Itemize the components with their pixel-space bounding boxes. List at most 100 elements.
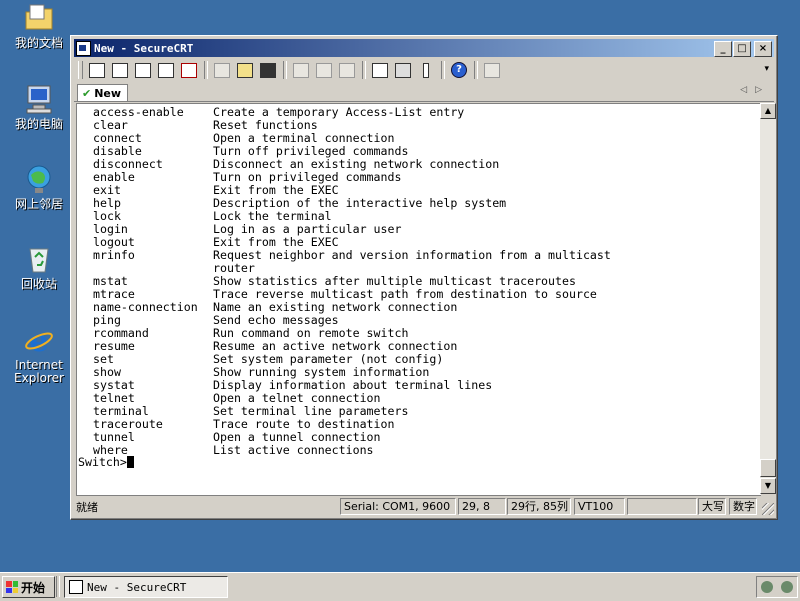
scroll-down-icon[interactable]: ▼: [760, 478, 776, 494]
print-setup-icon[interactable]: [337, 61, 357, 79]
recycle-bin-icon: [23, 243, 55, 275]
computer-icon: [23, 83, 55, 115]
copy-icon[interactable]: [212, 61, 232, 79]
terminal-prompt: Switch>: [78, 455, 127, 469]
command-name: mrinfo: [93, 248, 135, 262]
desktop-icon-label: 我的文档: [14, 36, 63, 50]
internet-explorer-icon: e: [23, 324, 55, 359]
resize-grip-icon[interactable]: [762, 503, 774, 515]
status-emulation: VT100: [574, 498, 625, 515]
desktop-icon-label: 我的电脑: [14, 117, 63, 131]
terminal-line: terminal Set terminal line parameters: [77, 405, 761, 418]
status-cursor-pos: 29, 8: [458, 498, 506, 515]
global-options-icon[interactable]: [393, 61, 413, 79]
terminal-screen[interactable]: access-enable Create a temporary Access-L…: [76, 103, 761, 496]
toolbar-separator: [362, 61, 366, 79]
desktop-icon-recycle-bin[interactable]: 回收站: [6, 243, 72, 291]
toolbar-separator: [441, 61, 445, 79]
terminal-cursor: [126, 456, 134, 468]
toolbar-grip[interactable]: [78, 61, 83, 79]
desktop-icon-ie[interactable]: e Internet Explorer: [6, 324, 72, 385]
system-tray: [756, 576, 798, 598]
find-icon[interactable]: [258, 61, 278, 79]
connect-icon[interactable]: [87, 61, 107, 79]
terminal-line: access-enable Create a temporary Access-L…: [77, 106, 761, 119]
tab-label: New: [94, 86, 122, 100]
vertical-scrollbar[interactable]: ▲ ▼: [760, 103, 776, 494]
help-icon[interactable]: ?: [449, 61, 469, 79]
terminal-line: name-connection Name an existing network …: [77, 301, 761, 314]
status-num: 数字: [729, 498, 757, 515]
securecrt-app-icon: [76, 40, 91, 56]
toolbar: ? ▾: [78, 59, 771, 81]
securecrt-window: New - SecureCRT _ □ × ? ▾ ✔ New ◁▷ acces…: [70, 35, 778, 520]
start-label: 开始: [21, 580, 46, 595]
status-bar: 就绪 Serial: COM1, 9600 29, 8 29行, 85列 VT1…: [74, 497, 774, 515]
terminal-line: mrinfo Request neighbor and version infor…: [77, 249, 761, 262]
taskbar: 开始 New - SecureCRT: [0, 572, 800, 601]
toolbar-overflow-icon[interactable]: ▾: [764, 64, 769, 74]
start-button[interactable]: 开始: [2, 576, 55, 598]
terminal-line: traceroute Trace route to destination: [77, 418, 761, 431]
terminal-line: login Log in as a particular user: [77, 223, 761, 236]
network-icon: [23, 163, 55, 195]
quick-connect-icon[interactable]: [110, 61, 130, 79]
print-selection-icon[interactable]: [314, 61, 334, 79]
securecrt-task-icon: [69, 580, 83, 594]
tray-volume-icon[interactable]: [761, 581, 773, 593]
maximize-button[interactable]: □: [733, 41, 751, 57]
keymap-icon[interactable]: [416, 61, 436, 79]
tab-new[interactable]: ✔ New: [77, 84, 129, 101]
desktop-icon-my-documents[interactable]: 我的文档: [6, 2, 72, 50]
status-ready: 就绪: [76, 501, 98, 514]
terminal-line: connect Open a terminal connection: [77, 132, 761, 145]
taskbar-task-label: New - SecureCRT: [87, 580, 187, 594]
status-rows-cols: 29行, 85列: [507, 498, 571, 515]
folder-documents-icon: [23, 2, 55, 34]
desktop-icon-label: Internet Explorer: [14, 358, 64, 385]
scroll-thumb[interactable]: [760, 459, 776, 477]
session-options-icon[interactable]: [370, 61, 390, 79]
terminal-line: where List active connections: [77, 444, 761, 457]
session-tab-bar: ✔ New ◁▷: [74, 83, 774, 102]
connect-in-tab-icon[interactable]: [133, 61, 153, 79]
terminal-line: lock Lock the terminal: [77, 210, 761, 223]
title-bar[interactable]: New - SecureCRT _ □ ×: [74, 39, 774, 57]
status-blank: [627, 498, 697, 515]
toolbar-separator: [283, 61, 287, 79]
print-icon[interactable]: [291, 61, 311, 79]
scroll-up-icon[interactable]: ▲: [760, 103, 776, 119]
tray-network-icon[interactable]: [781, 581, 793, 593]
terminal-line: tunnel Open a tunnel connection: [77, 431, 761, 444]
terminal-output: access-enable Create a temporary Access-L…: [77, 104, 761, 457]
desktop-icon-network[interactable]: 网上邻居: [6, 163, 72, 211]
taskbar-button-securecrt[interactable]: New - SecureCRT: [64, 576, 228, 598]
tab-scroll-arrows-icon[interactable]: ◁▷: [740, 85, 770, 95]
windows-flag-icon: [6, 581, 18, 593]
sftp-icon[interactable]: [482, 61, 502, 79]
desktop-icon-label: 回收站: [20, 277, 57, 291]
terminal-line: clear Reset functions: [77, 119, 761, 132]
command-description: Request neighbor and version information…: [213, 248, 611, 262]
terminal-line: telnet Open a telnet connection: [77, 392, 761, 405]
minimize-button[interactable]: _: [714, 41, 732, 57]
reconnect-icon[interactable]: [156, 61, 176, 79]
window-title: New - SecureCRT: [94, 41, 194, 55]
taskbar-separator: [56, 576, 60, 597]
status-serial: Serial: COM1, 9600: [340, 498, 456, 515]
terminal-line: help Description of the interactive help …: [77, 197, 761, 210]
command-description: List active connections: [213, 443, 374, 457]
terminal-line: ping Send echo messages: [77, 314, 761, 327]
terminal-line: disconnect Disconnect an existing network…: [77, 158, 761, 171]
close-button[interactable]: ×: [754, 41, 772, 57]
toolbar-separator: [204, 61, 208, 79]
paste-icon[interactable]: [235, 61, 255, 79]
terminal-line: enable Turn on privileged commands: [77, 171, 761, 184]
connected-check-icon: ✔: [82, 86, 92, 100]
terminal-line: systat Display information about terminal…: [77, 379, 761, 392]
desktop-icon-label: 网上邻居: [14, 197, 63, 211]
desktop-icon-my-computer[interactable]: 我的电脑: [6, 83, 72, 131]
disconnect-icon[interactable]: [179, 61, 199, 79]
status-caps: 大写: [698, 498, 726, 515]
terminal-prompt-line: Switch>: [78, 456, 134, 469]
